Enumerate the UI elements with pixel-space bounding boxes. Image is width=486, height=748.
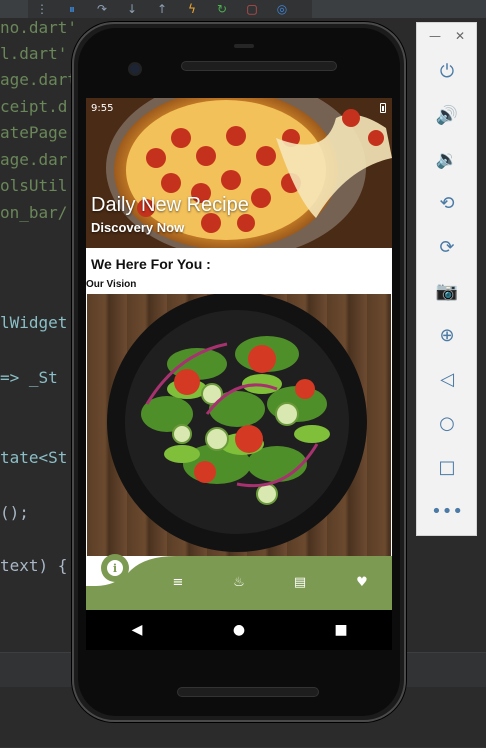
pizza-hero-image: 9:55 Daily New Recipe Discovery Now — [86, 98, 392, 248]
top-slot — [234, 44, 254, 48]
zoom-button[interactable]: ⊕ — [433, 321, 461, 349]
back-icon[interactable]: ◀ — [125, 622, 149, 638]
minimize-icon[interactable]: — — [429, 29, 441, 43]
step-out-icon[interactable]: ↑ — [154, 2, 170, 16]
code-line: => _St — [0, 368, 58, 387]
overview-icon[interactable]: ■ — [329, 622, 353, 638]
nav-item-trending[interactable]: ♨ — [229, 572, 249, 592]
menu-lines-icon: ≡ — [172, 574, 184, 590]
code-line: olsUtil — [0, 176, 68, 195]
emulator-window-controls: — ✕ — [417, 23, 478, 49]
code-line: l.dart' — [0, 44, 68, 63]
status-time: 9:55 — [91, 102, 114, 114]
nav-item-info[interactable]: i — [101, 554, 129, 582]
emu-home-button[interactable]: ○ — [433, 409, 461, 437]
rotate-right-icon: ⟳ — [439, 236, 455, 258]
front-camera — [130, 64, 140, 74]
android-system-nav: ◀ ● ■ — [86, 610, 392, 650]
debug-toolbar: ⋮ ⏸ ↷ ↓ ↑ ϟ ↻ ▢ ◎ — [28, 0, 312, 18]
power-button[interactable]: ⏻ — [433, 57, 461, 85]
emulator-controls-panel: — ✕ ⏻ 🔊 🔉 ⟲ ⟳ 📷 ⊕ ◁ ○ □ ••• — [416, 22, 477, 536]
code-line: lWidget — [0, 313, 68, 332]
flame-icon: ♨ — [233, 574, 245, 590]
close-icon[interactable]: ✕ — [455, 29, 465, 43]
salad-image — [87, 294, 391, 556]
pause-icon[interactable]: ⏸ — [64, 2, 80, 17]
more-icon: ••• — [431, 500, 463, 522]
section-subtitle: Our Vision — [86, 279, 137, 290]
code-line: age.dar — [0, 150, 68, 169]
code-line: atePage — [0, 123, 68, 142]
section-title: We Here For You : — [91, 256, 211, 272]
hero-subtitle: Discovery Now — [91, 220, 185, 235]
step-into-icon[interactable]: ↓ — [124, 2, 140, 16]
hot-reload-icon[interactable]: ϟ — [184, 2, 200, 16]
code-line: tate<St — [0, 448, 68, 467]
step-over-icon[interactable]: ↷ — [94, 2, 110, 16]
bottom-navigation-bar: i ≡ ♨ ▤ ♥ — [86, 554, 392, 610]
inspect-icon[interactable]: ◎ — [274, 2, 290, 16]
hot-restart-icon[interactable]: ↻ — [214, 2, 230, 16]
salad-illustration — [107, 294, 367, 552]
earpiece-speaker — [182, 62, 336, 70]
emu-back-button[interactable]: ◁ — [433, 365, 461, 393]
stop-icon[interactable]: ▢ — [244, 2, 260, 16]
heart-icon: ♥ — [356, 574, 368, 590]
home-icon: ○ — [439, 412, 455, 434]
rotate-right-button[interactable]: ⟳ — [433, 233, 461, 261]
nav-item-menu[interactable]: ≡ — [168, 572, 188, 592]
zoom-icon: ⊕ — [439, 324, 455, 346]
ide-toolbar: ⋮ ⏸ ↷ ↓ ↑ ϟ ↻ ▢ ◎ — [0, 0, 486, 18]
hero-title: Daily New Recipe — [91, 194, 249, 216]
status-bar: 9:55 — [86, 98, 392, 118]
power-icon: ⏻ — [439, 60, 455, 82]
overview-icon: □ — [438, 456, 456, 478]
volume-down-button[interactable]: 🔉 — [433, 145, 461, 173]
battery-icon — [380, 103, 386, 113]
nav-curve-shape — [86, 556, 176, 586]
bottom-speaker — [178, 688, 318, 696]
drag-handle-icon[interactable]: ⋮ — [34, 2, 50, 16]
article-icon: ▤ — [293, 574, 307, 590]
code-line: text) { — [0, 556, 68, 575]
code-line: on_bar/ — [0, 203, 68, 222]
code-line: age.dart — [0, 70, 78, 89]
home-icon[interactable]: ● — [227, 622, 251, 638]
info-icon: i — [107, 560, 123, 576]
volume-up-icon: 🔊 — [435, 104, 459, 126]
more-button[interactable]: ••• — [431, 497, 463, 525]
code-line: no.dart' — [0, 18, 78, 37]
volume-down-icon: 🔉 — [435, 148, 459, 170]
app-screen: 9:55 Daily New Recipe Discovery Now We H… — [86, 98, 392, 610]
camera-icon: 📷 — [435, 280, 459, 302]
screenshot-button[interactable]: 📷 — [433, 277, 461, 305]
emu-overview-button[interactable]: □ — [433, 453, 461, 481]
volume-up-button[interactable]: 🔊 — [433, 101, 461, 129]
back-icon: ◁ — [440, 368, 454, 390]
rotate-left-button[interactable]: ⟲ — [433, 189, 461, 217]
nav-item-articles[interactable]: ▤ — [290, 572, 310, 592]
nav-item-favorites[interactable]: ♥ — [352, 572, 372, 592]
code-line: ceipt.d — [0, 97, 68, 116]
code-line: (); — [0, 503, 29, 522]
rotate-left-icon: ⟲ — [439, 192, 455, 214]
